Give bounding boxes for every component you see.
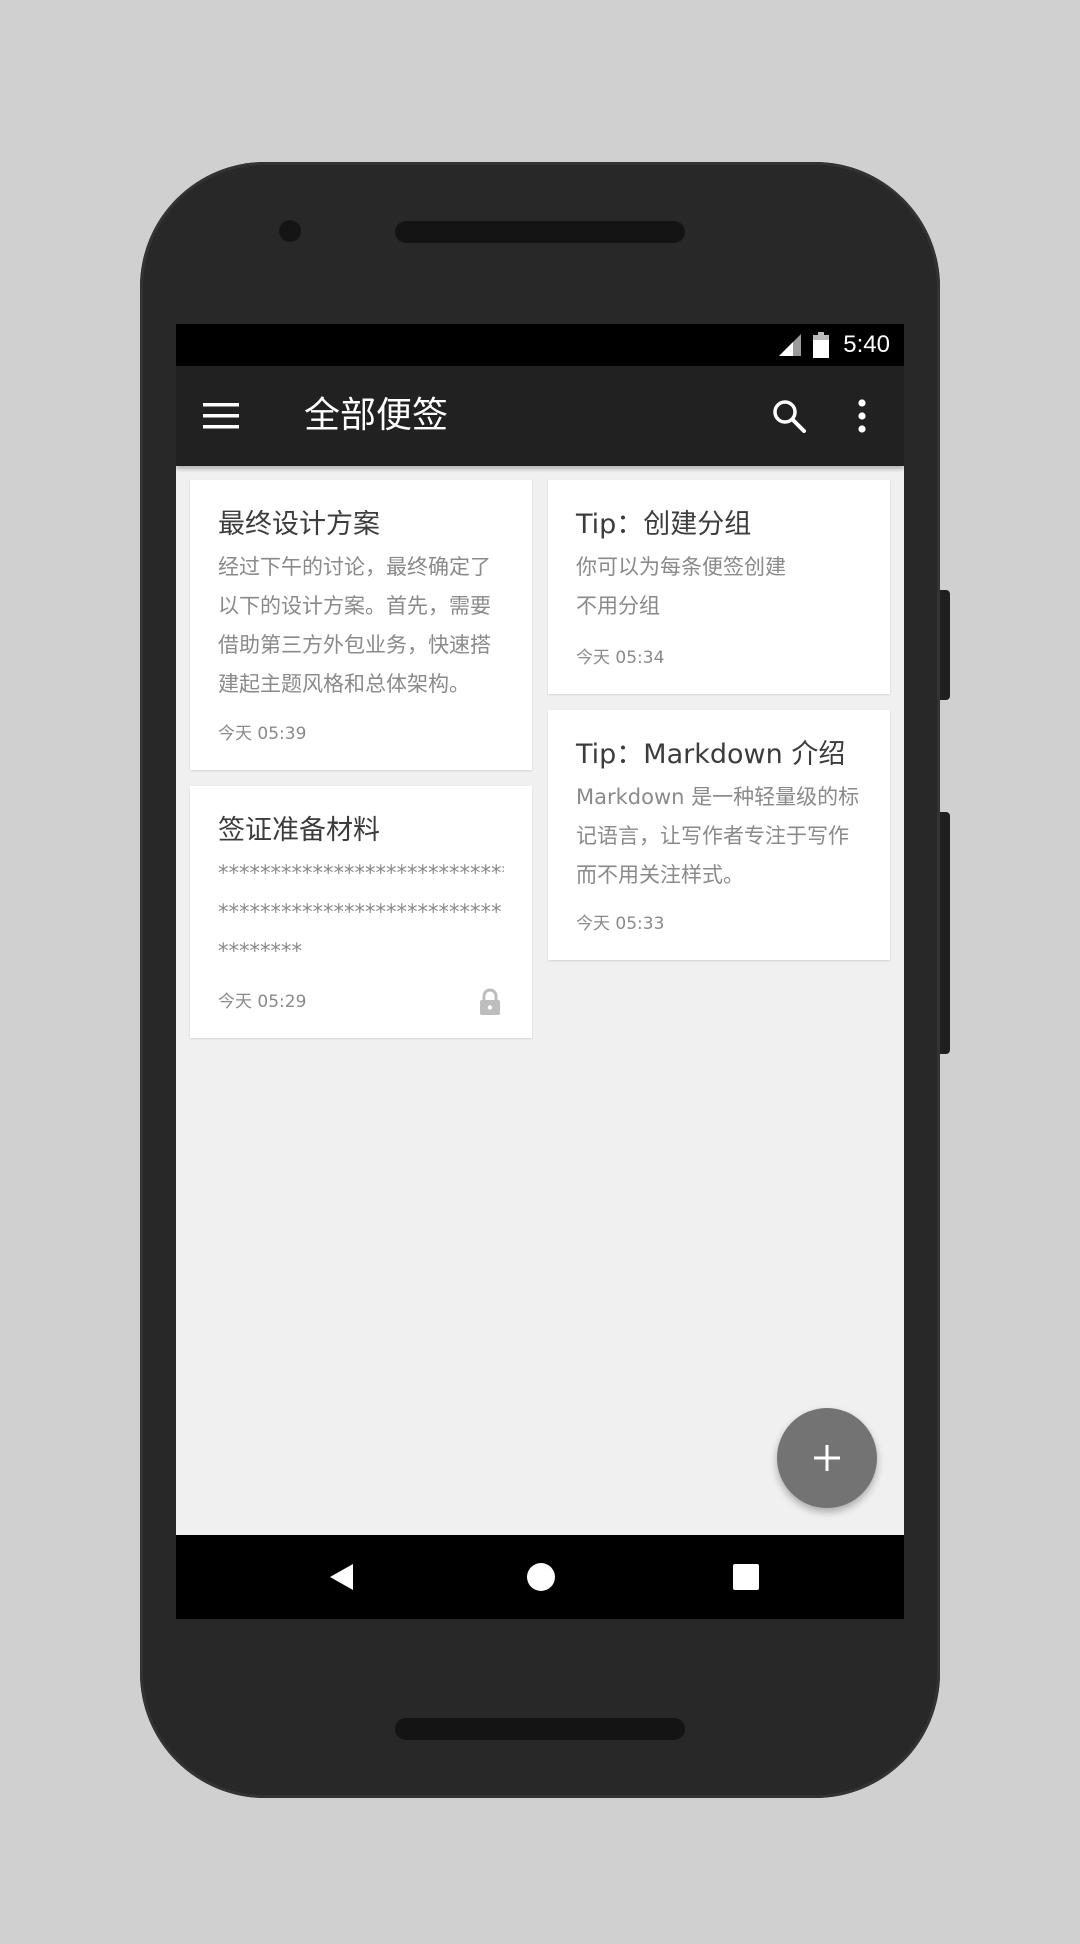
note-timestamp: 今天 05:39 bbox=[218, 724, 307, 744]
note-title: 最终设计方案 bbox=[218, 509, 380, 540]
note-card[interactable]: Tip：创建分组 你可以为每条便签创建 不用分组 今天 05:34 bbox=[548, 480, 890, 694]
home-button[interactable] bbox=[516, 1552, 566, 1602]
top-speaker bbox=[395, 221, 685, 243]
note-card[interactable]: 最终设计方案 经过下午的讨论，最终确定了 以下的设计方案。首先，需要 借助第三方… bbox=[190, 480, 532, 770]
note-body-line: ******** bbox=[218, 939, 302, 963]
note-body: 经过下午的讨论，最终确定了 以下的设计方案。首先，需要 借助第三方外包业务，快速… bbox=[218, 548, 504, 704]
search-icon bbox=[773, 400, 806, 433]
add-icon bbox=[814, 1445, 840, 1471]
status-time: 5:40 bbox=[843, 331, 890, 358]
note-card[interactable]: Tip：Markdown 介绍 Markdown 是一种轻量级的标 记语言，让写… bbox=[548, 710, 890, 960]
note-title: Tip：创建分组 bbox=[576, 509, 752, 540]
note-body-line: **************************** bbox=[218, 861, 504, 885]
home-icon bbox=[527, 1563, 555, 1591]
note-timestamp: 今天 05:34 bbox=[576, 648, 665, 668]
note-title: 签证准备材料 bbox=[218, 815, 380, 846]
lock-icon bbox=[480, 988, 500, 1015]
page-title: 全部便签 bbox=[304, 395, 449, 436]
front-camera bbox=[279, 220, 301, 242]
note-body-line: 借助第三方外包业务，快速搭 bbox=[218, 633, 491, 657]
note-timestamp: 今天 05:29 bbox=[218, 992, 307, 1012]
menu-icon bbox=[203, 403, 239, 429]
note-timestamp: 今天 05:33 bbox=[576, 914, 665, 934]
note-body: **************************** ***********… bbox=[218, 854, 504, 971]
screen: 5:40 全部便签 最终设计方案 经过下午的讨论，最终确定了 以下的设计方案。首… bbox=[176, 324, 904, 1619]
note-body-line: 以下的设计方案。首先，需要 bbox=[218, 594, 491, 618]
volume-button bbox=[940, 812, 950, 1054]
menu-button[interactable] bbox=[196, 391, 246, 441]
note-body: Markdown 是一种轻量级的标 记语言，让写作者专注于写作 而不用关注样式。 bbox=[576, 778, 862, 895]
add-note-button[interactable] bbox=[777, 1408, 877, 1508]
search-button[interactable] bbox=[764, 391, 814, 441]
status-bar: 5:40 bbox=[176, 324, 904, 366]
more-vert-icon bbox=[858, 399, 866, 433]
note-body-line: 记语言，让写作者专注于写作 bbox=[576, 824, 849, 848]
note-body-line: 不用分组 bbox=[576, 594, 660, 618]
power-button bbox=[940, 590, 950, 700]
recents-icon bbox=[733, 1564, 759, 1590]
more-options-button[interactable] bbox=[842, 391, 882, 441]
back-icon bbox=[330, 1564, 353, 1590]
app-bar: 全部便签 bbox=[176, 366, 904, 466]
note-body-line: 而不用关注样式。 bbox=[576, 863, 744, 887]
bottom-speaker bbox=[395, 1718, 685, 1740]
note-body-line: *************************** bbox=[218, 900, 502, 924]
recents-button[interactable] bbox=[721, 1552, 771, 1602]
note-body-line: 你可以为每条便签创建 bbox=[576, 555, 786, 579]
note-body-line: Markdown 是一种轻量级的标 bbox=[576, 785, 860, 809]
navigation-bar bbox=[176, 1535, 904, 1619]
note-card[interactable]: 签证准备材料 **************************** ****… bbox=[190, 786, 532, 1038]
note-title: Tip：Markdown 介绍 bbox=[576, 739, 846, 770]
note-body: 你可以为每条便签创建 不用分组 bbox=[576, 548, 862, 626]
note-body-line: 经过下午的讨论，最终确定了 bbox=[218, 555, 491, 579]
signal-icon bbox=[779, 334, 802, 356]
battery-icon bbox=[813, 332, 830, 358]
back-button[interactable] bbox=[316, 1552, 366, 1602]
note-body-line: 建起主题风格和总体架构。 bbox=[218, 672, 470, 696]
